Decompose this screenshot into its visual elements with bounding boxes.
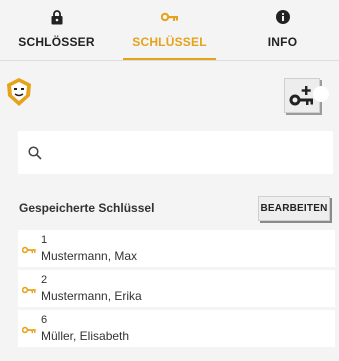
key-icon <box>22 326 36 334</box>
key-list-item[interactable]: 6 Müller, Elisabeth <box>18 310 335 347</box>
info-icon <box>275 9 290 25</box>
tab-label: SCHLÜSSEL <box>132 35 207 49</box>
key-owner-name: Müller, Elisabeth <box>41 329 130 343</box>
search-field[interactable] <box>18 131 333 174</box>
key-list-item[interactable]: 2 Mustermann, Erika <box>18 270 335 307</box>
edit-button[interactable]: BEARBEITEN <box>258 196 330 221</box>
key-number: 1 <box>41 234 48 246</box>
tab-info[interactable]: INFO <box>226 0 339 60</box>
key-owner-name: Mustermann, Max <box>41 249 138 263</box>
key-icon <box>160 9 179 25</box>
tab-label: INFO <box>267 35 298 49</box>
lion-logo-icon <box>3 76 35 108</box>
tab-schluessel[interactable]: SCHLÜSSEL <box>113 0 226 60</box>
key-list: 1 Mustermann, Max 2 Mustermann, Erika 6 … <box>18 230 335 350</box>
saved-keys-title: Gespeicherte Schlüssel <box>19 201 155 215</box>
key-icon <box>22 246 36 254</box>
key-number: 6 <box>41 314 48 326</box>
status-indicator <box>313 86 329 102</box>
tab-label: SCHLÖSSER <box>18 35 95 49</box>
key-owner-name: Mustermann, Erika <box>41 289 142 303</box>
key-list-item[interactable]: 1 Mustermann, Max <box>18 230 335 267</box>
tab-bar: SCHLÖSSER SCHLÜSSEL INFO <box>0 0 339 60</box>
lock-icon <box>51 9 63 25</box>
search-input[interactable] <box>52 145 312 160</box>
key-number: 2 <box>41 274 48 286</box>
tab-divider <box>0 60 339 61</box>
tab-schloesser[interactable]: SCHLÖSSER <box>0 0 113 60</box>
search-icon <box>28 145 42 160</box>
add-key-icon <box>289 85 313 105</box>
key-icon <box>22 286 36 294</box>
